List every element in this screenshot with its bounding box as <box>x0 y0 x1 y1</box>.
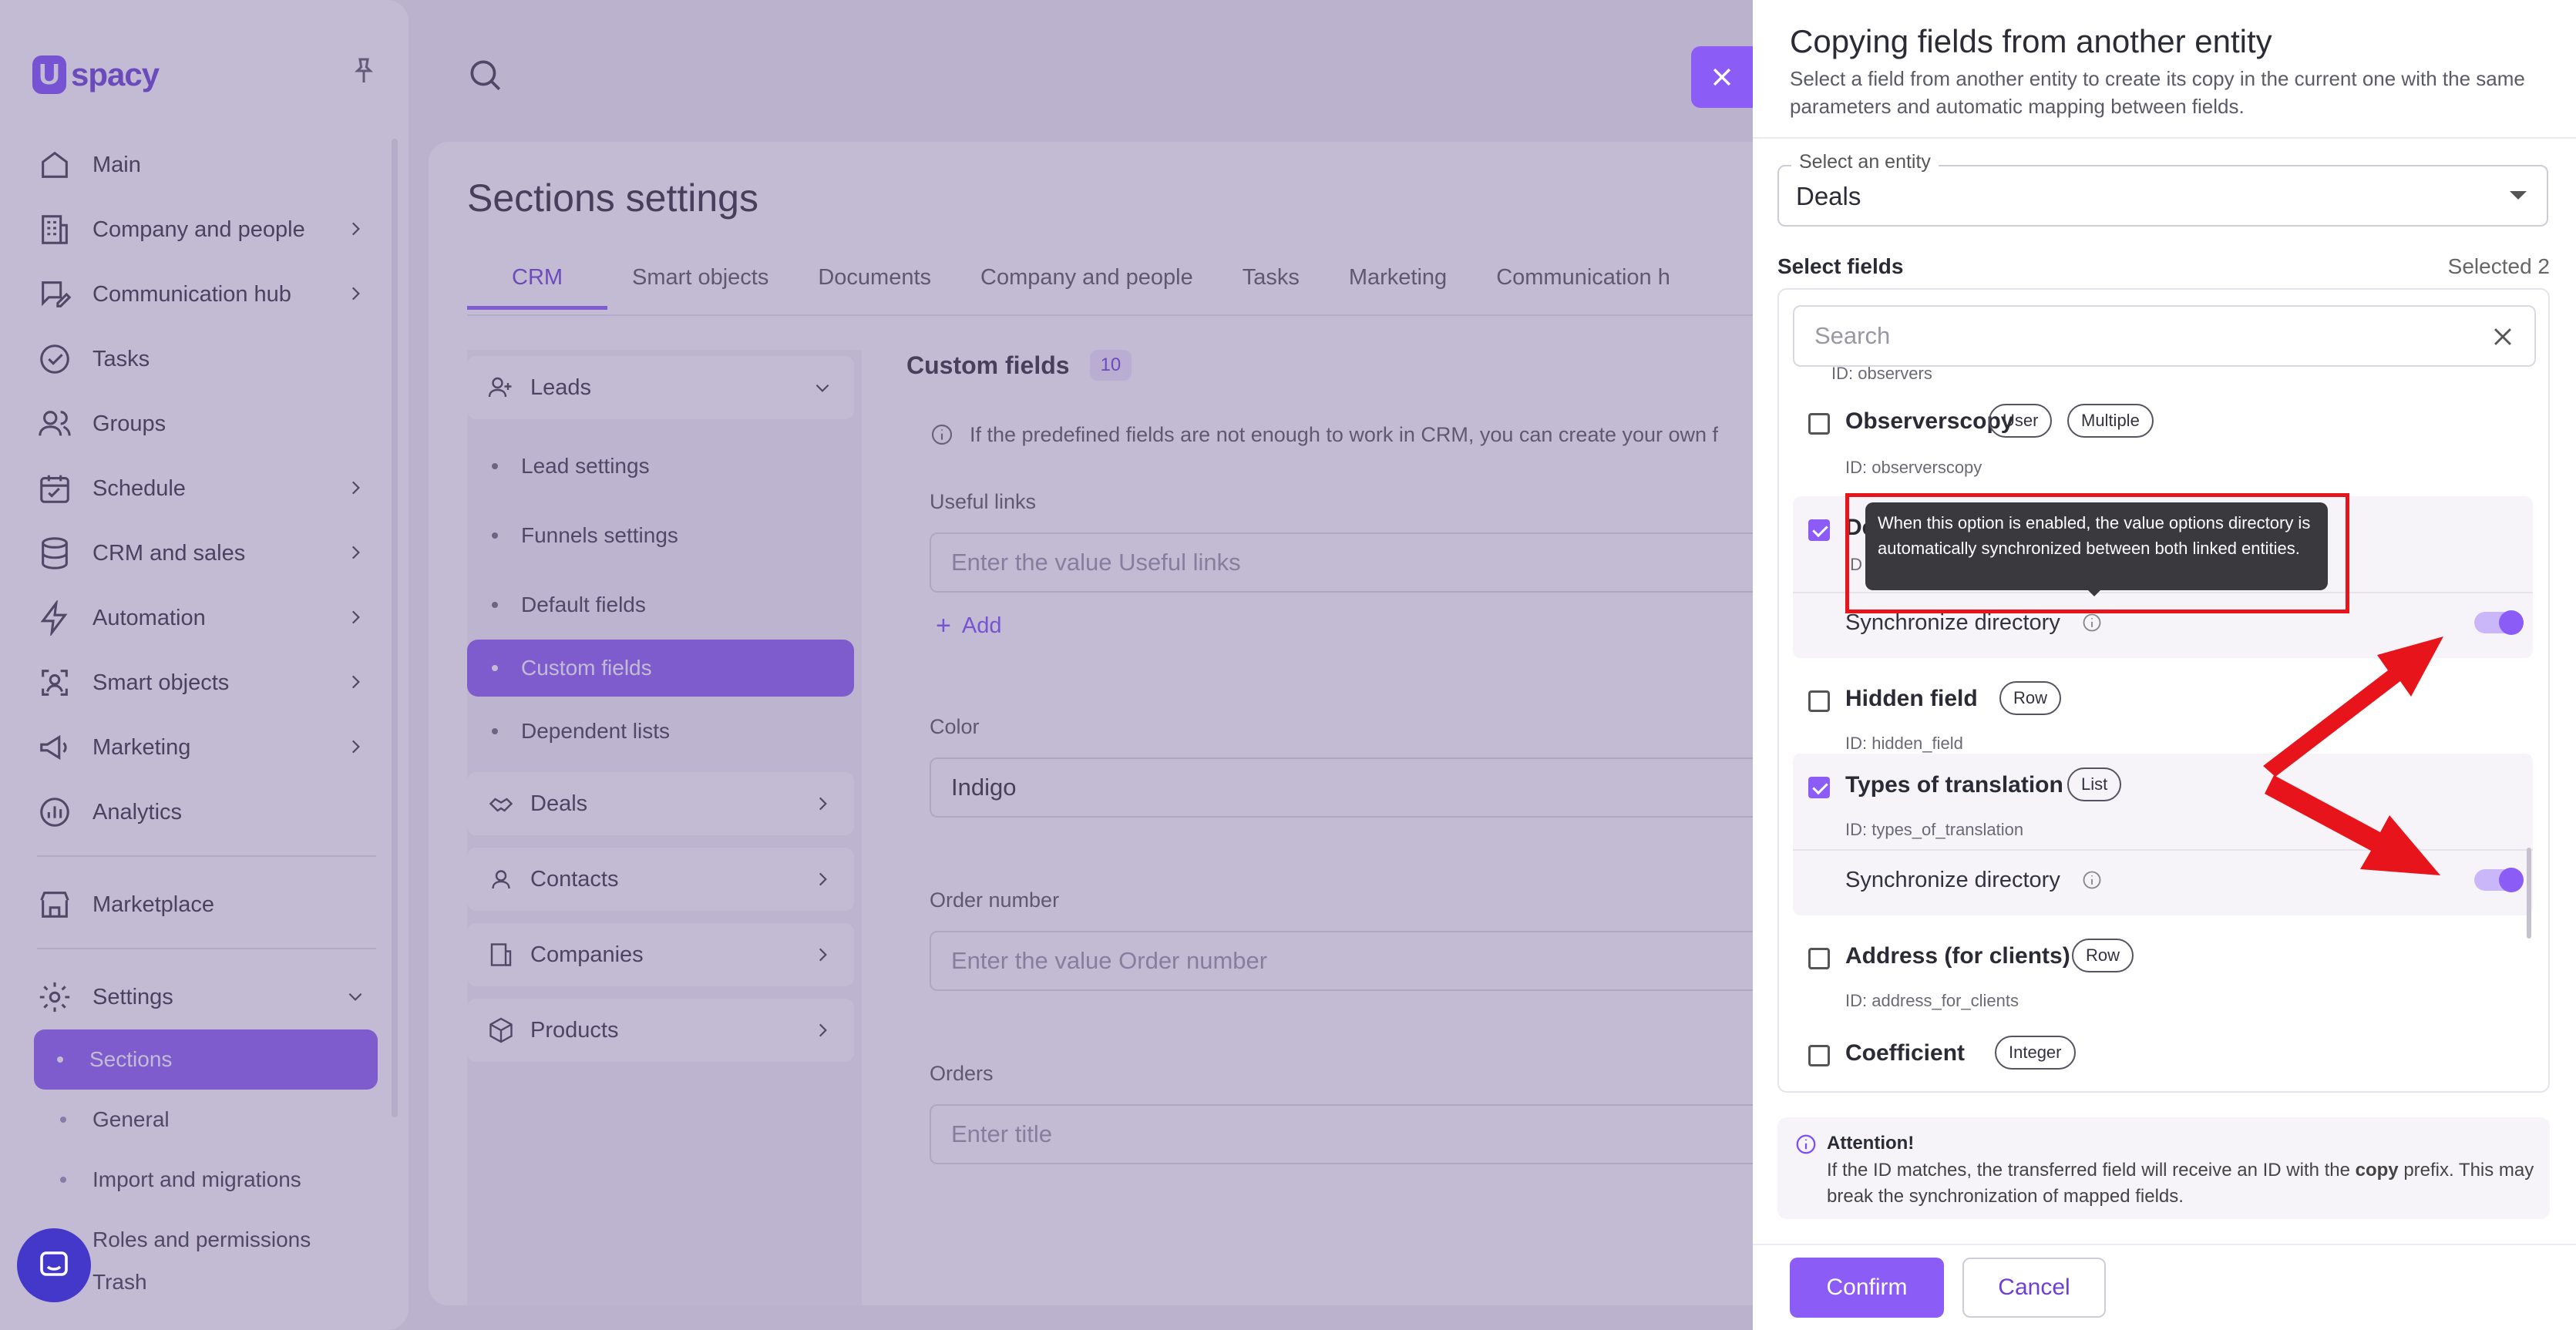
field-row[interactable]: Observerscopy User Multiple ID: observer… <box>1793 385 2533 485</box>
drawer-description: Select a field from another entity to cr… <box>1790 67 2525 118</box>
field-id: ID: hidden_field <box>1845 734 1963 753</box>
field-name: Address (for clients) <box>1845 943 2070 969</box>
fields-list-scrollbar[interactable] <box>2527 848 2531 939</box>
field-checkbox[interactable] <box>1808 690 1830 712</box>
field-name: Coefficient <box>1845 1040 1966 1066</box>
toggle-knob <box>2499 868 2524 892</box>
sync-divider <box>1793 849 2533 851</box>
info-icon <box>1796 1134 1816 1154</box>
field-checkbox[interactable] <box>1808 948 1830 969</box>
info-icon[interactable] <box>2081 869 2103 891</box>
caret-down-icon <box>2510 191 2527 200</box>
entity-select[interactable]: Select an entity Deals <box>1777 151 2548 227</box>
sync-directory-toggle[interactable] <box>2474 868 2524 892</box>
drawer-footer-divider <box>1753 1244 2576 1245</box>
search-placeholder: Search <box>1814 322 1891 349</box>
support-chat-button[interactable] <box>17 1228 91 1302</box>
field-name: Types of translation <box>1845 772 2063 798</box>
attention-text-bold: copy <box>2355 1160 2399 1181</box>
select-fields-label: Select fields <box>1777 254 1904 278</box>
chat-icon <box>40 1251 68 1276</box>
selected-count: Selected 2 <box>2447 254 2550 278</box>
field-checkbox-checked[interactable] <box>1808 777 1830 798</box>
toggle-knob <box>2499 610 2524 635</box>
field-checkbox[interactable] <box>1808 413 1830 435</box>
field-tag: Multiple <box>2067 404 2154 438</box>
sync-directory-toggle[interactable] <box>2474 610 2524 635</box>
attention-title: Attention! <box>1827 1133 1915 1154</box>
drawer-title: Copying fields from another entity <box>1790 23 2272 59</box>
field-row[interactable]: Coefficient Integer ID: coefficient <box>1793 1013 2533 1091</box>
confirm-button[interactable]: Confirm <box>1790 1258 1944 1318</box>
attention-text-part: If the ID matches, the transferred field… <box>1827 1160 2356 1181</box>
field-id: ID: observerscopy <box>1845 458 1982 477</box>
field-row[interactable]: Hidden field Row ID: hidden_field <box>1793 658 2533 757</box>
field-search-input[interactable]: Search <box>1793 305 2536 367</box>
copy-fields-drawer: Copying fields from another entity Selec… <box>1753 0 2576 1330</box>
field-tag: Integer <box>1995 1036 2076 1070</box>
sync-directory-label: Synchronize directory <box>1845 868 2060 892</box>
entity-select-label: Select an entity <box>1791 151 1939 173</box>
sync-directory-label: Synchronize directory <box>1845 610 2060 635</box>
cancel-button[interactable]: Cancel <box>1962 1258 2106 1318</box>
attention-notice: Attention! If the ID matches, the transf… <box>1777 1117 2550 1219</box>
field-tag: List <box>2067 767 2122 801</box>
field-id: ID: types_of_translation <box>1845 820 2024 839</box>
info-icon[interactable] <box>2081 612 2103 633</box>
field-tag: Row <box>1999 681 2062 715</box>
field-id: ID: coefficient <box>1845 1088 1948 1091</box>
close-drawer-button[interactable] <box>1691 46 1753 108</box>
annotation-highlight-box <box>1845 493 2349 613</box>
field-checkbox[interactable] <box>1808 1045 1830 1066</box>
drawer-header-divider <box>1753 137 2576 139</box>
clear-icon[interactable] <box>2490 324 2516 350</box>
field-row-selected[interactable]: Types of translation List ID: types_of_t… <box>1793 754 2533 915</box>
field-id: ID: address_for_clients <box>1845 991 2019 1010</box>
entity-select-value: Deals <box>1796 182 1861 210</box>
field-tag: User <box>1989 404 2053 438</box>
close-icon <box>1713 68 1731 86</box>
field-tag: Row <box>2072 939 2134 972</box>
field-name: Hidden field <box>1845 686 1978 711</box>
field-row[interactable]: Address (for clients) Row ID: address_fo… <box>1793 915 2533 1013</box>
fields-list: Search ID: observers Observerscopy User … <box>1777 288 2550 1093</box>
attention-text: If the ID matches, the transferred field… <box>1827 1157 2536 1210</box>
field-checkbox-checked[interactable] <box>1808 519 1830 541</box>
